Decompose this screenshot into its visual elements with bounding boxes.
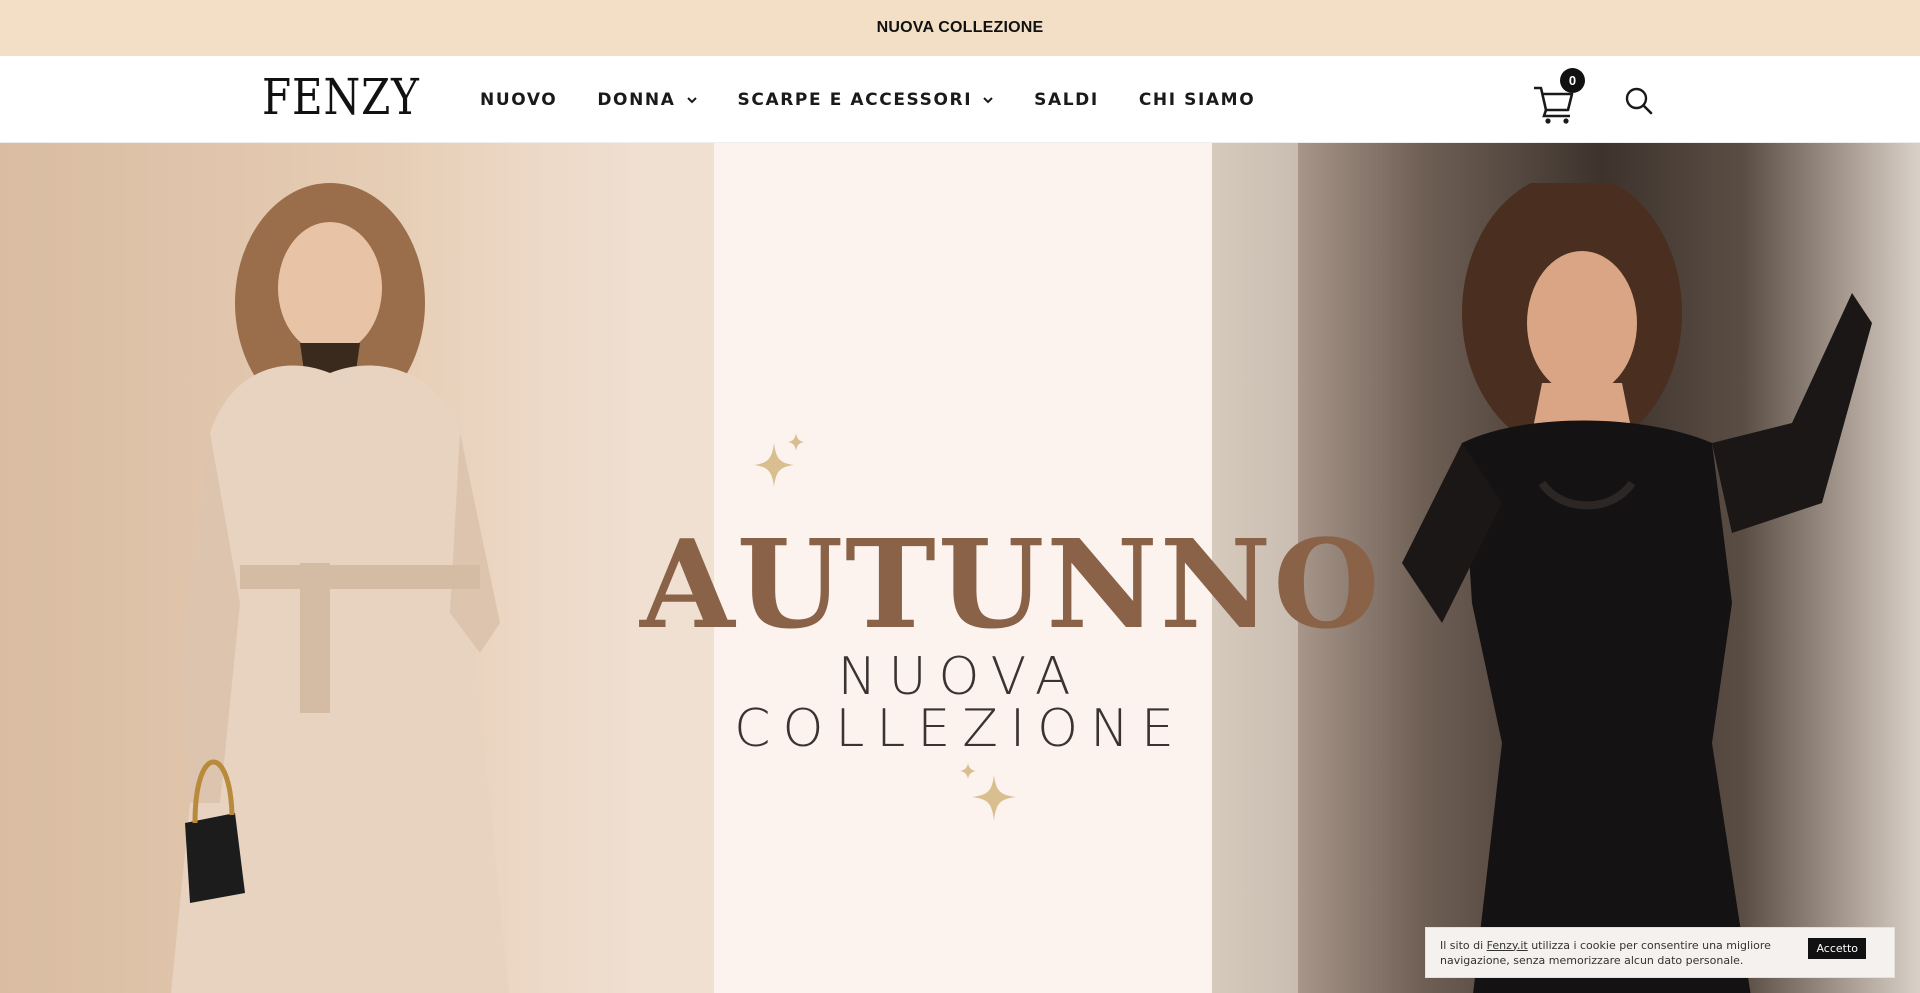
nav-label: CHI SIAMO	[1138, 89, 1256, 110]
site-logo[interactable]: FENZY	[262, 68, 420, 122]
main-nav: NUOVO DONNA SCARPE E ACCESSORI SALDI CHI…	[480, 56, 1295, 143]
hero-banner[interactable]: AUTUNNO NUOVA COLLEZIONE	[0, 143, 1920, 993]
announcement-text: NUOVA COLLEZIONE	[876, 19, 1044, 36]
sparkle-icon	[960, 763, 1016, 821]
nav-item-saldi[interactable]: SALDI	[1034, 90, 1099, 110]
nav-item-chi-siamo[interactable]: CHI SIAMO	[1139, 90, 1255, 110]
announcement-bar: NUOVA COLLEZIONE	[0, 0, 1920, 56]
sparkle-icon	[754, 433, 804, 487]
nav-item-scarpe-accessori[interactable]: SCARPE E ACCESSORI	[738, 90, 995, 110]
nav-item-nuovo[interactable]: NUOVO	[480, 90, 557, 110]
cookie-banner: Il sito di Fenzy.it utilizza i cookie pe…	[1425, 927, 1895, 978]
accept-cookies-button[interactable]: Accetto	[1808, 938, 1866, 959]
model-dress-image	[1402, 183, 1872, 993]
cart-count-badge: 0	[1560, 68, 1585, 93]
cookie-text-before: Il sito di	[1440, 938, 1487, 952]
search-icon[interactable]	[1624, 86, 1654, 116]
model-coat-image	[171, 183, 509, 993]
nav-label: SCARPE E ACCESSORI	[737, 89, 973, 110]
hero-title: AUTUNNO	[640, 512, 1382, 656]
nav-label: NUOVO	[480, 89, 558, 110]
nav-label: DONNA	[597, 89, 676, 110]
chevron-down-icon	[686, 96, 697, 103]
cookie-site-link[interactable]: Fenzy.it	[1487, 939, 1528, 952]
hero-image-left	[0, 143, 714, 993]
nav-label: SALDI	[1034, 89, 1099, 110]
nav-item-donna[interactable]: DONNA	[597, 90, 697, 110]
hero-subtitle: NUOVA COLLEZIONE	[734, 647, 1186, 759]
chevron-down-icon	[983, 96, 993, 103]
cookie-text: Il sito di Fenzy.it utilizza i cookie pe…	[1440, 938, 1810, 968]
